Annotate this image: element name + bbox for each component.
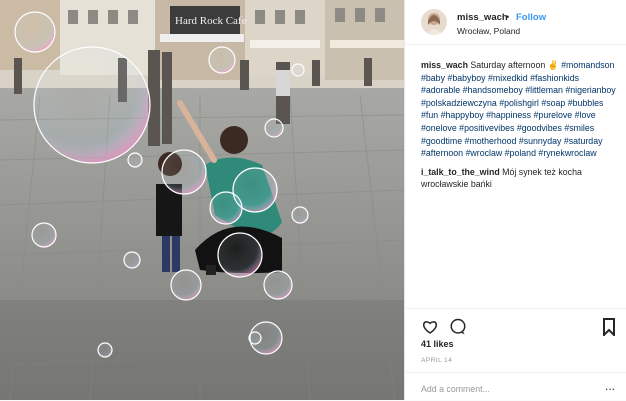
post-header: miss_wach • Follow Wrocław, Poland	[405, 0, 626, 45]
post-sidebar: miss_wach • Follow Wrocław, Poland miss_…	[404, 0, 626, 400]
hashtag-link[interactable]: #afternoon	[421, 148, 463, 158]
hashtag-link[interactable]: #littleman	[525, 85, 563, 95]
hashtag-link[interactable]: #adorable	[421, 85, 460, 95]
hashtag-link[interactable]: #love	[575, 110, 596, 120]
post-photo[interactable]: Hard Rock Cafe	[0, 0, 404, 400]
hashtag-link[interactable]: #handsomeboy	[463, 85, 523, 95]
hashtag-list: #momandson #baby #babyboy #mixedkid #fas…	[421, 60, 616, 158]
hashtag-link[interactable]: #wroclaw	[466, 148, 503, 158]
avatar[interactable]	[421, 9, 447, 35]
like-count[interactable]: 41 likes	[421, 339, 454, 349]
hashtag-link[interactable]: #goodtime	[421, 136, 462, 146]
action-bar	[405, 308, 626, 338]
separator: •	[506, 12, 510, 22]
caption-username[interactable]: miss_wach	[421, 60, 468, 70]
hashtag-link[interactable]: #poland	[505, 148, 536, 158]
hashtag-link[interactable]: #soap	[541, 98, 565, 108]
hashtag-link[interactable]: #fashionkids	[530, 73, 579, 83]
hashtag-link[interactable]: #fun	[421, 110, 438, 120]
hashtag-link[interactable]: #positivevibes	[459, 123, 514, 133]
hashtag-link[interactable]: #sunnyday	[519, 136, 562, 146]
hashtag-link[interactable]: #smiles	[564, 123, 594, 133]
username[interactable]: miss_wach	[457, 12, 508, 23]
heart-icon[interactable]	[421, 318, 439, 341]
comment: i_talk_to_the_wind Mój synek też kocha w…	[421, 166, 619, 191]
hashtag-link[interactable]: #babyboy	[447, 73, 485, 83]
caption: miss_wach Saturday afternoon ✌️ #momands…	[421, 59, 619, 160]
add-comment-bar: Add a comment... ...	[405, 372, 626, 401]
post-body: miss_wach Saturday afternoon ✌️ #momands…	[421, 59, 619, 191]
hashtag-link[interactable]: #momandson	[561, 60, 614, 70]
follow-button[interactable]: Follow	[516, 12, 546, 23]
post-date: APRIL 14	[421, 357, 453, 364]
hashtag-link[interactable]: #happiness	[486, 110, 531, 120]
hashtag-link[interactable]: #happyboy	[441, 110, 484, 120]
hashtag-link[interactable]: #baby	[421, 73, 445, 83]
comment-input[interactable]: Add a comment...	[421, 384, 490, 394]
bookmark-icon[interactable]	[602, 318, 616, 341]
hashtag-link[interactable]: #onelove	[421, 123, 457, 133]
hashtag-link[interactable]: #nigerianboy	[565, 85, 615, 95]
hashtag-link[interactable]: #mixedkid	[488, 73, 528, 83]
hashtag-link[interactable]: #polskadziewczyna	[421, 98, 497, 108]
hashtag-link[interactable]: #goodvibes	[517, 123, 562, 133]
comment-username[interactable]: i_talk_to_the_wind	[421, 167, 500, 177]
location-link[interactable]: Wrocław, Poland	[457, 26, 520, 36]
hashtag-link[interactable]: #motherhood	[465, 136, 517, 146]
hashtag-link[interactable]: #polishgirl	[499, 98, 539, 108]
hashtag-link[interactable]: #purelove	[534, 110, 573, 120]
caption-text: Saturday afternoon ✌️	[470, 60, 559, 70]
storefront-sign: Hard Rock Cafe	[175, 15, 247, 27]
hashtag-link[interactable]: #saturday	[564, 136, 603, 146]
hashtag-link[interactable]: #rynekwroclaw	[538, 148, 596, 158]
post-photo-illustration: Hard Rock Cafe	[0, 0, 404, 400]
more-options-icon[interactable]: ...	[605, 379, 615, 393]
comment-icon[interactable]	[449, 318, 467, 341]
hashtag-link[interactable]: #bubbles	[568, 98, 604, 108]
